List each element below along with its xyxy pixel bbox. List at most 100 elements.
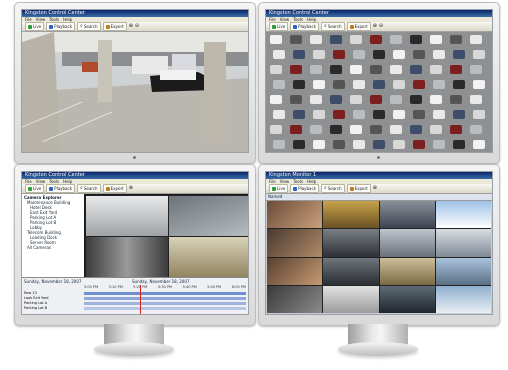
parked-car — [473, 140, 485, 149]
search-button[interactable]: ⌕ Search — [321, 22, 345, 31]
live-label: Live — [33, 24, 42, 29]
zoom-in-icon[interactable]: ⊕ — [373, 24, 377, 29]
search-button[interactable]: ⌕ Search — [77, 22, 101, 31]
camera-view-parking-garage[interactable] — [22, 32, 248, 152]
parked-car — [330, 35, 342, 44]
camera-tile[interactable] — [379, 229, 435, 257]
playback-button[interactable]: Playback — [46, 184, 76, 193]
parked-car — [293, 140, 305, 149]
export-icon — [349, 186, 354, 191]
monitor-top-left: Kingston Control Center File View Tools Hel… — [14, 2, 256, 164]
monitor-base-left — [94, 342, 174, 356]
parked-car — [470, 95, 482, 104]
playhead-marker[interactable] — [140, 285, 141, 314]
camera-tile-parking-lot[interactable] — [168, 195, 248, 237]
zoom-out-icon[interactable]: ⊖ — [379, 24, 383, 29]
parked-car — [273, 140, 285, 149]
parked-car — [270, 35, 282, 44]
camera-tile[interactable] — [435, 229, 491, 257]
live-label: Live — [33, 186, 42, 191]
camera-tile[interactable] — [379, 285, 435, 313]
parked-car — [453, 50, 465, 59]
parking-lot-scene — [266, 32, 492, 152]
camera-tile[interactable] — [435, 257, 491, 285]
parked-car — [453, 80, 465, 89]
parked-car — [330, 125, 342, 134]
time-tick: 5:00 PM — [84, 285, 99, 289]
zoom-in-icon[interactable]: ⊕ — [129, 186, 133, 191]
monitor-base-right — [338, 342, 418, 356]
export-label: Export — [354, 186, 368, 191]
row-track[interactable] — [84, 302, 246, 305]
timeline-row[interactable]: Parking Lot B — [22, 306, 248, 311]
parked-car — [413, 80, 425, 89]
live-button[interactable]: Live — [269, 22, 289, 31]
camera-tile[interactable] — [323, 257, 379, 285]
export-button[interactable]: Export — [102, 184, 127, 193]
search-button[interactable]: ⌕ Search — [77, 184, 101, 193]
time-tick: 5:30 PM — [157, 285, 173, 289]
search-button[interactable]: ⌕ Search — [321, 184, 345, 193]
export-label: Export — [110, 186, 124, 191]
camera-tile[interactable] — [267, 201, 323, 229]
row-track[interactable] — [84, 307, 246, 310]
camera-tile[interactable] — [267, 229, 323, 257]
camera-tile-corridor[interactable] — [85, 236, 169, 281]
zoom-in-icon[interactable]: ⊕ — [129, 24, 133, 29]
row-track[interactable] — [84, 297, 246, 300]
parked-car — [273, 80, 285, 89]
camera-tile[interactable] — [435, 201, 491, 229]
row-track[interactable] — [84, 292, 246, 295]
camera-tile[interactable] — [379, 257, 435, 285]
parked-car — [353, 140, 365, 149]
parked-car — [453, 140, 465, 149]
monitor-top-right: Kingston Control Center File View Tools Hel… — [258, 2, 500, 164]
camera-tile[interactable] — [323, 285, 379, 313]
camera-tile-building[interactable] — [168, 236, 248, 281]
parked-car — [410, 95, 422, 104]
parked-car — [313, 140, 325, 149]
parked-car — [333, 140, 345, 149]
export-button[interactable]: Export — [346, 22, 371, 31]
parked-car — [430, 95, 442, 104]
parked-car — [353, 110, 365, 119]
camera-tile[interactable] — [323, 229, 379, 257]
time-tick: 5:50 PM — [207, 285, 222, 289]
app-window: Kingston Control Center File View Tools Hel… — [21, 9, 249, 153]
live-icon — [28, 186, 32, 191]
playback-button[interactable]: Playback — [46, 22, 76, 31]
playback-label: Playback — [298, 24, 317, 29]
camera-tile[interactable] — [435, 285, 491, 313]
parked-car — [413, 50, 425, 59]
time-tick: 6:00 PM — [231, 285, 246, 289]
camera-tile[interactable] — [379, 201, 435, 229]
camera-tile[interactable] — [267, 257, 323, 285]
camera-tile[interactable] — [323, 201, 379, 229]
camera-matrix: Named — [266, 194, 492, 314]
parked-car — [390, 125, 402, 134]
export-icon — [105, 186, 110, 191]
garage-scene — [22, 32, 248, 152]
parked-car — [273, 50, 285, 59]
parked-car — [470, 65, 482, 74]
playback-icon — [49, 24, 54, 29]
parked-car — [333, 80, 345, 89]
live-button[interactable]: Live — [25, 22, 45, 31]
timeline-date: Sunday, November 18, 2007 — [24, 279, 82, 284]
camera-tile[interactable] — [267, 285, 323, 313]
camera-view-parking-lot[interactable] — [266, 32, 492, 152]
app-window: Kingston Control Center File View Tools Hel… — [265, 9, 493, 153]
tree-item[interactable]: All Cameras — [24, 245, 86, 250]
export-button[interactable]: Export — [346, 184, 371, 193]
parked-car — [370, 125, 382, 134]
live-button[interactable]: Live — [269, 184, 289, 193]
live-label: Live — [277, 186, 286, 191]
toolbar: Live Playback ⌕ Search Export ⊕ ⊖ — [22, 22, 248, 32]
zoom-out-icon[interactable]: ⊖ — [135, 24, 139, 29]
playback-button[interactable]: Playback — [290, 184, 320, 193]
zoom-in-icon[interactable]: ⊕ — [373, 186, 377, 191]
playback-button[interactable]: Playback — [290, 22, 320, 31]
export-button[interactable]: Export — [102, 22, 127, 31]
live-button[interactable]: Live — [25, 184, 45, 193]
camera-tile-lobby[interactable] — [85, 195, 169, 237]
